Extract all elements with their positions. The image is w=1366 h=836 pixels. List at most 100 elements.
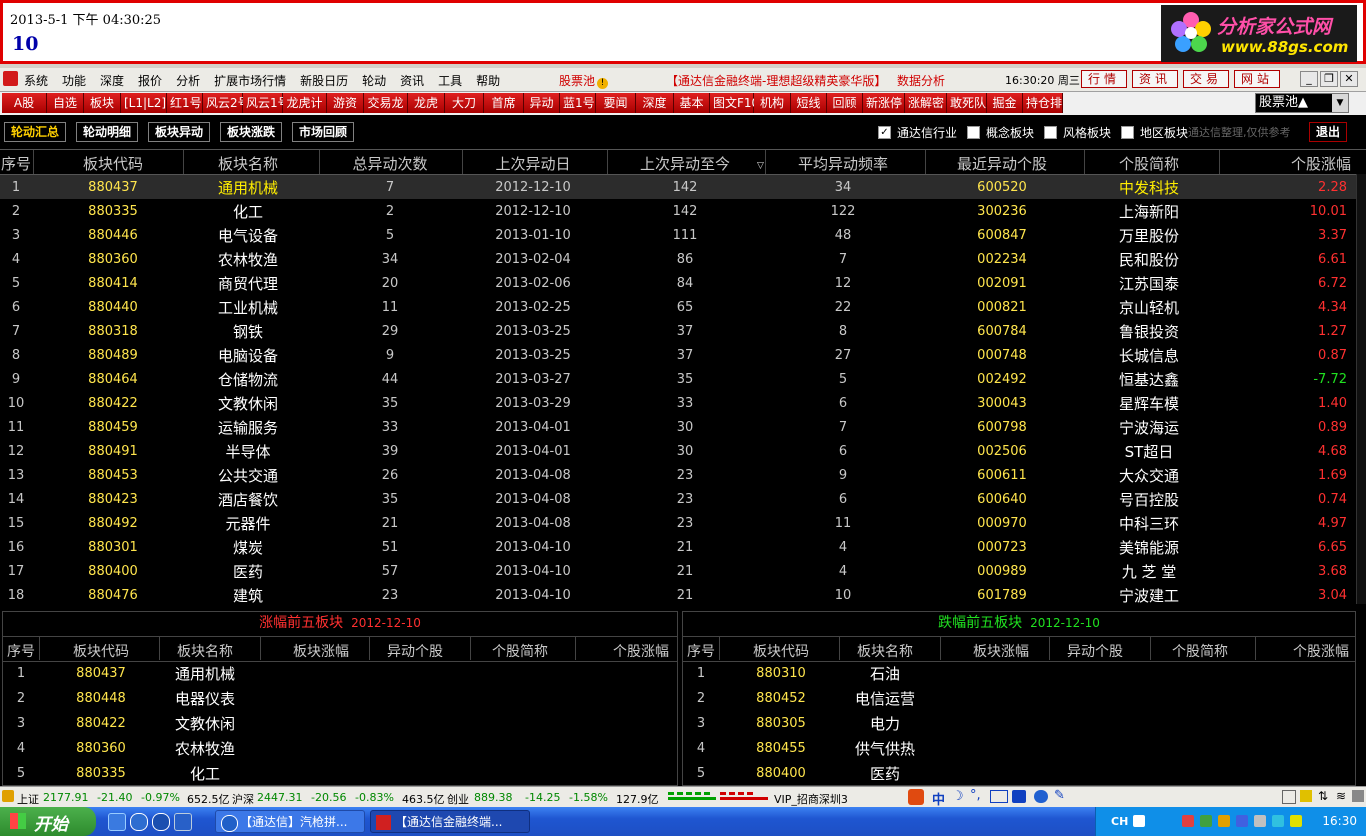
table-row[interactable]: 2 880452 电信运营: [683, 686, 1355, 711]
stock-pool-select[interactable]: 股票池▲ ▼: [1255, 93, 1349, 113]
skin-icon[interactable]: [1012, 790, 1026, 803]
table-row[interactable]: 6 880440 工业机械 11 2013-02-25 65 22 000821 京山轻机 4.3…: [0, 295, 1356, 319]
table-row[interactable]: 14 880423 酒店餐饮 35 2013-04-08 23 6 600640 号百控股 0.7…: [0, 487, 1356, 511]
language-indicator[interactable]: CH: [1111, 815, 1128, 828]
table-row[interactable]: 10 880422 文教休闲 35 2013-03-29 33 6 300043 星辉车模 1.4…: [0, 391, 1356, 415]
tray-clock[interactable]: 16:30: [1322, 814, 1357, 828]
exit-button[interactable]: 退出: [1309, 122, 1347, 142]
toolbar-button[interactable]: 基本: [674, 93, 710, 113]
toolbar-button[interactable]: 板块: [84, 93, 121, 113]
task-tdx-2[interactable]: 【通达信金融终端...: [370, 810, 530, 833]
toolbar-button[interactable]: 自选: [47, 93, 84, 113]
table-row[interactable]: 12 880491 半导体 39 2013-04-01 30 6 002506 ST超日 4.68: [0, 439, 1356, 463]
tray-shield-icon[interactable]: [1290, 815, 1302, 827]
table-row[interactable]: 1 880437 通用机械: [3, 661, 677, 686]
table-row[interactable]: 5 880400 医药: [683, 761, 1355, 785]
toolbar-button[interactable]: 交易龙: [364, 93, 408, 113]
table-row[interactable]: 5 880335 化工: [3, 761, 677, 785]
status-sync-icon[interactable]: ⇅: [1318, 789, 1328, 803]
column-header[interactable]: 异动个股: [1067, 641, 1123, 661]
table-row[interactable]: 15 880492 元器件 21 2013-04-08 23 11 000970 中科三环 4.9…: [0, 511, 1356, 535]
filter-checkbox[interactable]: 风格板块: [1044, 124, 1111, 141]
table-row[interactable]: 18 880476 建筑 23 2013-04-10 21 10 601789 宁波建工 3.04: [0, 583, 1356, 607]
tab-rotation-detail[interactable]: 轮动明细: [76, 122, 139, 142]
menu-item-function[interactable]: 功能: [62, 72, 86, 89]
status-wifi-icon[interactable]: ≋: [1336, 789, 1346, 803]
table-row[interactable]: 5 880414 商贸代理 20 2013-02-06 84 12 002091 江苏国泰 6.7…: [0, 271, 1356, 295]
tray-help-icon[interactable]: [1133, 815, 1145, 827]
table-row[interactable]: 7 880318 钢铁 29 2013-03-25 37 8 600784 鲁银投资 1.27: [0, 319, 1356, 343]
toolbar-button[interactable]: 要闻: [596, 93, 636, 113]
table-row[interactable]: 8 880489 电脑设备 9 2013-03-25 37 27 000748 长城信息 0.87: [0, 343, 1356, 367]
punctuation-icon[interactable]: °,: [970, 788, 981, 803]
table-row[interactable]: 11 880459 运输服务 33 2013-04-01 30 7 600798 宁波海运 0.8…: [0, 415, 1356, 439]
restore-icon[interactable]: ❐: [1320, 71, 1338, 87]
toolbar-button[interactable]: 异动: [524, 93, 560, 113]
table-row[interactable]: 16 880301 煤炭 51 2013-04-10 21 4 000723 美锦能源 6.65: [0, 535, 1356, 559]
column-header[interactable]: 板块名称: [177, 641, 233, 661]
toolbar-button[interactable]: 龙虎计: [283, 93, 327, 113]
menu-item-depth[interactable]: 深度: [100, 72, 124, 89]
column-header[interactable]: 个股简称: [1119, 153, 1179, 174]
column-header[interactable]: 板块涨幅: [293, 641, 349, 661]
minimize-icon[interactable]: _: [1300, 71, 1318, 87]
column-header[interactable]: 平均异动频率: [798, 153, 888, 174]
column-header[interactable]: 板块涨幅: [973, 641, 1029, 661]
menu-item-help[interactable]: 帮助: [476, 72, 500, 89]
keyboard-icon[interactable]: [990, 790, 1008, 803]
toolbar-button[interactable]: 风云1号: [243, 93, 290, 113]
menu-item-quote[interactable]: 报价: [138, 72, 162, 89]
table-row[interactable]: 1 880310 石油: [683, 661, 1355, 686]
filter-checkbox[interactable]: 地区板块: [1121, 124, 1188, 141]
table-row[interactable]: 4 880360 农林牧渔 34 2013-02-04 86 7 002234 民和股份 6.61: [0, 247, 1356, 271]
table-scrollbar[interactable]: [1356, 174, 1366, 604]
toolbar-button[interactable]: 持仓排: [1023, 93, 1063, 113]
column-header[interactable]: 上次异动日: [495, 153, 570, 174]
wrench-icon[interactable]: ✎: [1054, 788, 1065, 803]
toolbar-button[interactable]: 机构: [754, 93, 791, 113]
column-header[interactable]: 序号: [1, 153, 31, 174]
toolbar-button[interactable]: 龙虎: [408, 93, 445, 113]
site-logo[interactable]: 分析家公式网 www.88gs.com: [1161, 5, 1357, 62]
toolbar-button[interactable]: 大刀: [445, 93, 484, 113]
menu-item-extended-market[interactable]: 扩展市场行情: [214, 72, 286, 89]
quicklaunch-media-icon[interactable]: [152, 813, 170, 831]
checkbox-icon[interactable]: [967, 126, 981, 139]
trade-button[interactable]: 交易: [1183, 70, 1230, 88]
column-header[interactable]: 个股涨幅: [1293, 641, 1349, 661]
table-row[interactable]: 4 880455 供气供热: [683, 736, 1355, 761]
table-row[interactable]: 4 880360 农林牧渔: [3, 736, 677, 761]
column-header[interactable]: 个股简称: [1172, 641, 1228, 661]
filter-checkbox[interactable]: 概念板块: [967, 124, 1034, 141]
toolbar-button[interactable]: 红1号: [167, 93, 203, 113]
table-row[interactable]: 3 880305 电力: [683, 711, 1355, 736]
menu-item-rotation[interactable]: 轮动: [362, 72, 386, 89]
news-button[interactable]: 资讯: [1132, 70, 1179, 88]
tray-icon-5[interactable]: [1254, 815, 1266, 827]
tray-icon-1[interactable]: [1182, 815, 1194, 827]
menu-item-analysis[interactable]: 分析: [176, 72, 200, 89]
quotes-button[interactable]: 行情: [1081, 70, 1128, 88]
toolbar-button[interactable]: 回顾: [827, 93, 863, 113]
toolbar-button[interactable]: 敢死队: [947, 93, 987, 113]
column-header[interactable]: 板块名称: [857, 641, 913, 661]
table-row[interactable]: 9 880464 仓储物流 44 2013-03-27 35 5 002492 恒基达鑫 -7.7…: [0, 367, 1356, 391]
column-header[interactable]: 上次异动至今: [640, 153, 730, 174]
toolbar-button[interactable]: 深度: [636, 93, 674, 113]
ime-mode[interactable]: 中: [932, 789, 945, 808]
tray-icon-6[interactable]: [1272, 815, 1284, 827]
tab-rotation-summary[interactable]: 轮动汇总: [4, 122, 67, 142]
toolbar-button[interactable]: 首席: [484, 93, 524, 113]
task-tdx-1[interactable]: 【通达信】汽枪拼...: [215, 810, 365, 833]
chevron-down-icon[interactable]: ▼: [1332, 94, 1348, 112]
checkbox-icon[interactable]: ✓: [878, 126, 891, 139]
moon-icon[interactable]: ☽: [952, 789, 964, 804]
toolbar-button[interactable]: [L1|L2]: [121, 93, 167, 113]
tray-icon-2[interactable]: [1200, 815, 1212, 827]
shirt-icon[interactable]: [1034, 790, 1048, 803]
table-row[interactable]: 3 880422 文教休闲: [3, 711, 677, 736]
toolbar-button[interactable]: 图文F10: [710, 93, 759, 113]
table-row[interactable]: 3 880446 电气设备 5 2013-01-10 111 48 600847 万里股份 3.3…: [0, 223, 1356, 247]
tray-icon-4[interactable]: [1236, 815, 1248, 827]
column-header[interactable]: 序号: [7, 641, 35, 661]
